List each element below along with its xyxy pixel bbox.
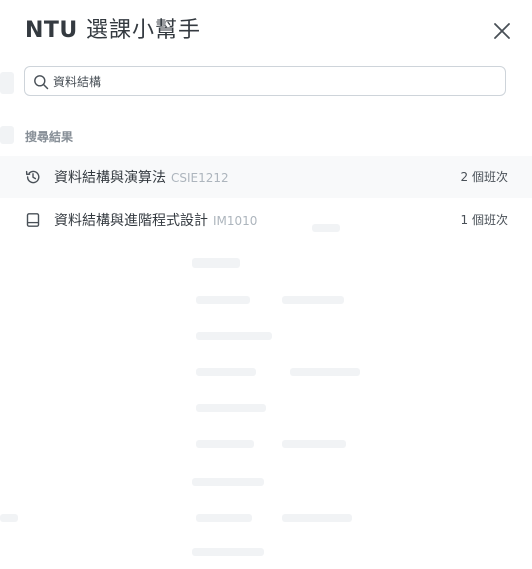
course-name: 資料結構與進階程式設計: [54, 213, 208, 229]
course-search-dialog: NTU 選課小幫手 搜尋結果 資料結構與演算法 CSIE1212 2 個班次: [0, 0, 532, 569]
search-icon: [34, 75, 49, 90]
background-placeholder: [282, 440, 346, 448]
background-placeholder: [196, 368, 256, 376]
background-placeholder: [290, 368, 360, 376]
close-icon: [494, 23, 510, 39]
result-title: 資料結構與演算法 CSIE1212: [54, 156, 229, 199]
search-box[interactable]: [24, 66, 506, 96]
background-placeholder: [282, 514, 352, 522]
background-placeholder: [196, 404, 266, 412]
section-count: 2 個班次: [460, 170, 508, 184]
book-icon: [26, 213, 40, 227]
background-placeholder: [282, 296, 344, 304]
close-button[interactable]: [490, 19, 514, 43]
course-code: IM1010: [213, 214, 258, 228]
background-placeholder: [0, 72, 14, 94]
background-placeholder: [192, 478, 264, 486]
background-placeholder: [0, 126, 14, 144]
background-placeholder: [196, 296, 250, 304]
result-item[interactable]: 資料結構與演算法 CSIE1212 2 個班次: [0, 156, 532, 198]
background-placeholder: [196, 332, 272, 340]
page-title: NTU 選課小幫手: [25, 14, 201, 48]
title-text: 選課小幫手: [85, 18, 201, 43]
results-section-label: 搜尋結果: [25, 130, 74, 144]
background-placeholder: [192, 548, 264, 556]
result-item[interactable]: 資料結構與進階程式設計 IM1010 1 個班次: [0, 199, 532, 241]
background-placeholder: [196, 440, 254, 448]
result-title: 資料結構與進階程式設計 IM1010: [54, 199, 257, 242]
background-placeholder: [192, 258, 240, 268]
background-placeholder: [196, 514, 252, 522]
course-code: CSIE1212: [171, 171, 229, 185]
history-icon: [25, 170, 40, 184]
title-brand: NTU: [25, 18, 78, 43]
course-name: 資料結構與演算法: [54, 170, 166, 186]
section-count: 1 個班次: [460, 213, 508, 227]
dialog-header: NTU 選課小幫手: [25, 14, 514, 48]
search-input[interactable]: [53, 67, 493, 95]
background-placeholder: [0, 514, 18, 522]
